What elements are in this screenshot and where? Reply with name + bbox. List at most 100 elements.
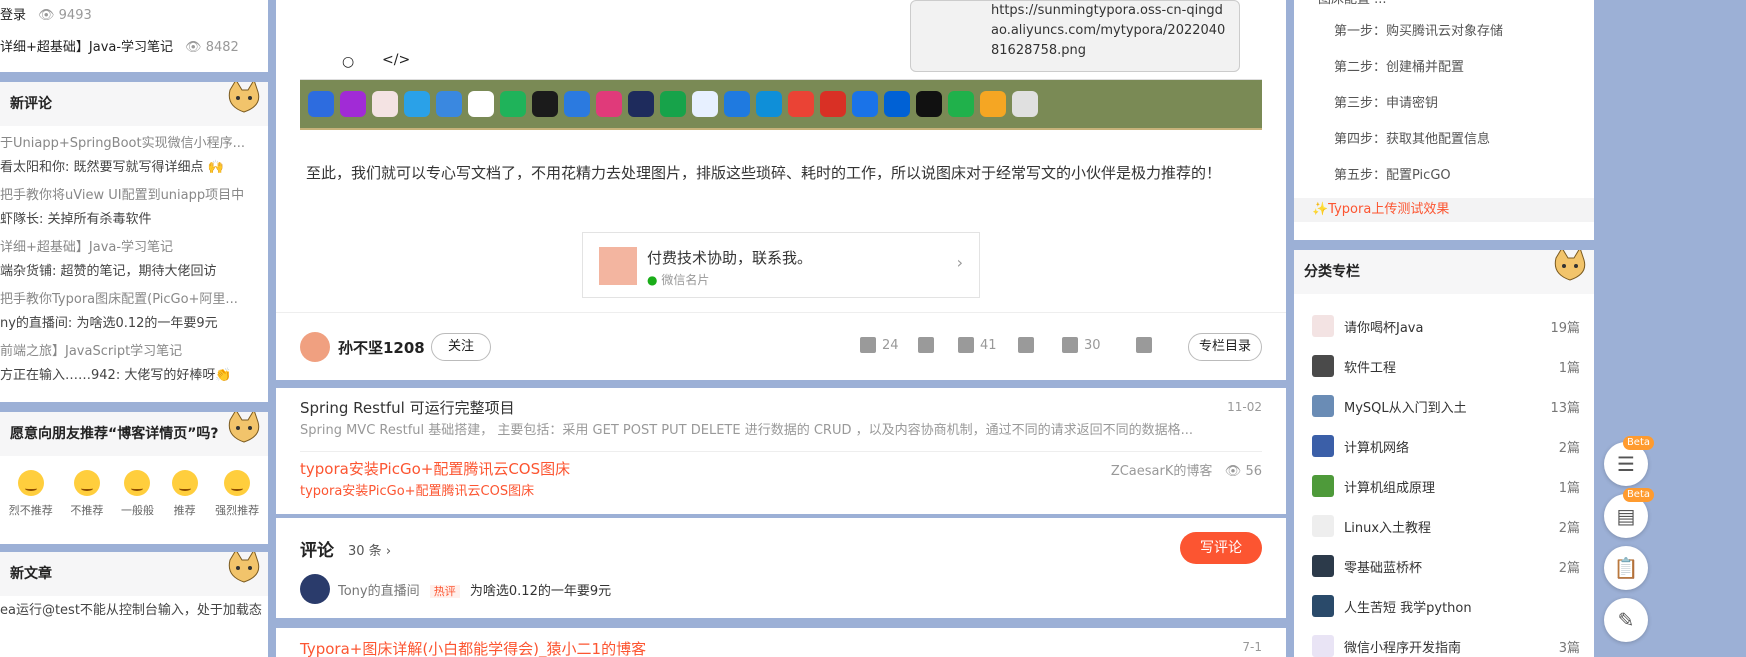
hot-comment-badge: 热评 — [429, 585, 460, 598]
column-thumbnail — [1312, 635, 1334, 657]
comment-button[interactable]: 30 — [1062, 337, 1101, 353]
face-icon — [124, 470, 151, 496]
thumbs-down-icon — [918, 337, 934, 353]
hot-article[interactable]: 登录 👁 9493 — [0, 4, 268, 28]
toc-item-active[interactable]: ✨Typora上传测试效果 — [1294, 198, 1594, 222]
column-thumbnail — [1312, 475, 1334, 497]
article-screenshot: ○ </> https://sunmingtypora.oss-cn-qingd… — [300, 0, 1262, 130]
chevron-right-icon: › — [956, 253, 963, 272]
column-item[interactable]: 软件工程 1篇 — [1294, 346, 1594, 386]
comments-count-link[interactable]: 30 条 › — [348, 540, 391, 559]
code-icon: </> — [382, 52, 411, 68]
dislike-button[interactable] — [918, 337, 934, 353]
related-articles: Spring Restful 可运行完整项目 11-02 Spring MVC … — [276, 388, 1286, 514]
views-count: 👁 8482 — [185, 40, 239, 55]
thumbs-up-icon — [860, 337, 876, 353]
column-thumbnail — [1312, 515, 1334, 537]
rating-good[interactable]: 推荐 — [171, 470, 198, 518]
section-title: 新评论 — [0, 82, 268, 126]
hot-article[interactable]: 详细+超基础】Java-学习笔记 👁 8482 — [0, 36, 268, 60]
rating-neutral[interactable]: 一般般 — [121, 470, 154, 518]
latest-article-item[interactable]: ea运行@test不能从控制台输入，处于加载态 — [0, 596, 268, 622]
comment-item[interactable]: 把手教你Typora图床配置(PicGo+阿里... ny的直播间: 为啥选0.1… — [0, 288, 268, 336]
category-columns-panel: 分类专栏 请你喝杯Java 19篇 软件工程 1篇 MySQL从入门到入土 13篇 计… — [1294, 250, 1594, 657]
recommend-survey-panel: 愿意向朋友推荐“博客详情页”吗? 烈不推荐 不推荐 一般般 推荐 强烈推荐 — [0, 412, 268, 544]
toc-item[interactable]: 第四步：获取其他配置信息 — [1294, 122, 1594, 158]
related-item[interactable]: Spring Restful 可运行完整项目 11-02 Spring MVC … — [300, 396, 1262, 452]
latest-articles-panel: 新文章 ea运行@test不能从控制台输入，处于加载态 — [0, 552, 268, 657]
column-item[interactable]: Linux入土教程 2篇 — [1294, 506, 1594, 546]
toc-item[interactable]: 第五步：配置PicGO — [1294, 158, 1594, 194]
comment-item[interactable]: 把手教你将uView UI配置到uniapp项目中 虾隊长: 关掉所有杀毒软件 — [0, 184, 268, 232]
eye-icon: 👁 — [1224, 464, 1242, 479]
column-dir-button[interactable]: 专栏目录 — [1188, 333, 1262, 361]
toc-panel: 图床配置 ... 第一步：购买腾讯云对象存储 第二步：创建桶并配置 第三步：申请… — [1294, 0, 1594, 240]
author-avatar[interactable] — [300, 332, 330, 362]
toc-item[interactable]: 第一步：购买腾讯云对象存储 — [1294, 14, 1594, 50]
face-icon — [17, 470, 44, 496]
reward-button[interactable] — [1018, 337, 1034, 353]
rating-bad[interactable]: 不推荐 — [70, 470, 103, 518]
face-icon — [171, 470, 198, 496]
edit-note-button[interactable]: ✎ — [1604, 598, 1648, 642]
comment-item[interactable]: 详细+超基础】Java-学习笔记 端杂货铺: 超赞的笔记，期待大佬回访 — [0, 236, 268, 284]
wechat-card[interactable]: 付费技术协助，联系我。 ● 微信名片 › — [582, 232, 980, 298]
chevron-right-icon: › — [385, 544, 392, 559]
column-thumbnail — [1312, 555, 1334, 577]
column-thumbnail — [1312, 355, 1334, 377]
comment-avatar[interactable] — [300, 574, 330, 604]
favorite-button[interactable]: 41 — [958, 337, 997, 353]
rating-very-bad[interactable]: 烈不推荐 — [9, 470, 53, 518]
comments-section: 评论 30 条 › 写评论 Tony的直播间 热评 为啥选0.12的一年要9元 — [276, 518, 1286, 618]
column-item[interactable]: 计算机组成原理 1篇 — [1294, 466, 1594, 506]
author-name[interactable]: 孙不坚1208 — [338, 337, 425, 358]
column-thumbnail — [1312, 435, 1334, 457]
cat-icon — [228, 412, 260, 443]
latest-comments-panel: 新评论 于Uniapp+SpringBoot实现微信小程序... 看太阳和你: 既… — [0, 82, 268, 402]
reward-icon — [1018, 337, 1034, 353]
star-icon — [958, 337, 974, 353]
related-item[interactable]: typora安装PicGo+配置腾讯云COS图床 ZCaesarK的博客 👁 5… — [300, 456, 1262, 512]
column-item[interactable]: 人生苦短 我学python — [1294, 586, 1594, 626]
toc-item[interactable]: 第二步：创建桶并配置 — [1294, 50, 1594, 86]
column-item[interactable]: MySQL从入门到入土 13篇 — [1294, 386, 1594, 426]
write-comment-button[interactable]: 写评论 — [1180, 532, 1262, 564]
related-item-bottom[interactable]: Typora+图床详解(小白都能学得会)_猿小二1的博客 7-1 — [276, 628, 1286, 657]
column-thumbnail — [1312, 595, 1334, 617]
article-body: ○ </> https://sunmingtypora.oss-cn-qingd… — [276, 0, 1286, 380]
face-icon — [73, 470, 100, 496]
cat-icon — [228, 82, 260, 113]
follow-button[interactable]: 关注 — [431, 333, 491, 361]
face-icon — [224, 470, 251, 496]
comments-title: 评论 — [300, 541, 334, 561]
column-item[interactable]: 微信小程序开发指南 3篇 — [1294, 626, 1594, 657]
article-paragraph: 至此，我们就可以专心写文档了，不用花精力去处理图片，排版这些琐碎、耗时的工作，所… — [306, 164, 1222, 182]
section-title: 分类专栏 — [1294, 250, 1594, 294]
section-title: 新文章 — [0, 552, 268, 596]
column-item[interactable]: 请你喝杯Java 19篇 — [1294, 306, 1594, 346]
toc-item[interactable]: 第三步：申请密钥 — [1294, 86, 1594, 122]
taskbar-dock — [300, 80, 1262, 128]
article-list-button[interactable]: ☰ Beta — [1604, 436, 1654, 486]
column-item[interactable]: 计算机网络 2篇 — [1294, 426, 1594, 466]
author-bar: 孙不坚1208 关注 24 41 30 专栏目录 — [276, 312, 1286, 380]
hot-articles-panel: 登录 👁 9493 详细+超基础】Java-学习笔记 👁 8482 — [0, 0, 268, 72]
column-item[interactable]: 零基础蓝桥杯 2篇 — [1294, 546, 1594, 586]
radio-icon: ○ — [342, 54, 355, 70]
card-avatar — [599, 247, 637, 285]
share-button[interactable] — [1136, 337, 1152, 353]
rating-very-good[interactable]: 强烈推荐 — [215, 470, 259, 518]
cat-icon — [1554, 250, 1586, 281]
comment-item[interactable]: 前端之旅】JavaScript学习笔记 方正在输入……942: 大佬写的好棒呀👏 — [0, 340, 268, 388]
column-thumbnail — [1312, 395, 1334, 417]
like-button[interactable]: 24 — [860, 337, 899, 353]
column-thumbnail — [1312, 315, 1334, 337]
comment-icon — [1062, 337, 1078, 353]
clipboard-icon[interactable]: 📋 — [1604, 546, 1648, 590]
summary-button[interactable]: ▤ Beta — [1604, 488, 1654, 538]
share-icon — [1136, 337, 1152, 353]
url-tooltip: https://sunmingtypora.oss-cn-qingdao.ali… — [910, 0, 1240, 72]
wechat-icon: ● — [647, 273, 658, 287]
comment-item[interactable]: 于Uniapp+SpringBoot实现微信小程序... 看太阳和你: 既然要写就… — [0, 132, 268, 180]
views-count: 👁 9493 — [38, 8, 92, 23]
